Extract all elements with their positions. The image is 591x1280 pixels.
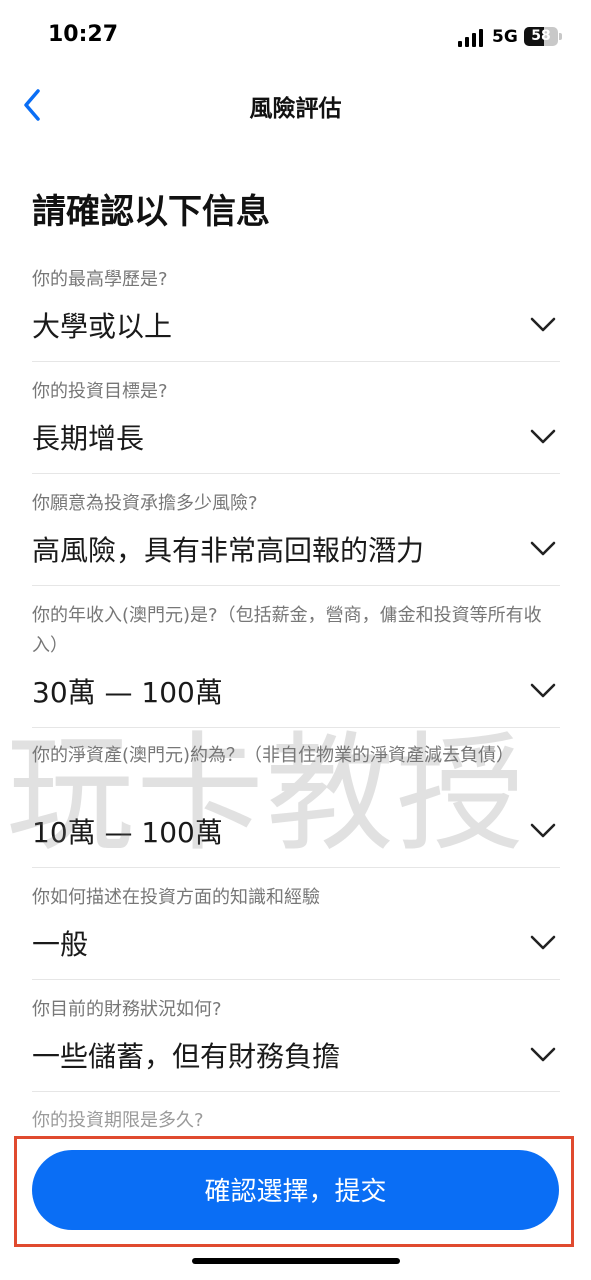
battery-icon: 58: [524, 27, 558, 46]
chevron-down-icon: [530, 683, 556, 698]
status-time: 10:27: [48, 22, 119, 47]
annual-income-select[interactable]: 你的年收入(澳門元)是?（包括薪金，營商，傭金和投資等所有收入） 30萬 — 1…: [32, 601, 560, 728]
signal-icon: [458, 29, 484, 47]
net-assets-select[interactable]: 你的淨資產(澳門元)約為？（非自住物業的淨資產減去負債） 10萬 — 100萬: [32, 741, 560, 868]
battery-percent: 58: [531, 28, 551, 44]
investment-goal-select[interactable]: 你的投資目標是? 長期增長: [32, 377, 560, 474]
chevron-down-icon: [530, 935, 556, 950]
nav-bar: 風險評估: [0, 75, 591, 137]
chevron-down-icon: [530, 823, 556, 838]
field-answer: 大學或以上: [32, 310, 173, 343]
field-answer: 長期增長: [32, 422, 145, 455]
field-answer: 一般: [32, 928, 89, 961]
financial-status-select[interactable]: 你目前的財務狀況如何? 一些儲蓄，但有財務負擔: [32, 995, 560, 1092]
page-title: 請確認以下信息: [32, 192, 270, 232]
field-question: 你的年收入(澳門元)是?（包括薪金，營商，傭金和投資等所有收入）: [32, 605, 542, 656]
field-question: 你的投資目標是?: [32, 381, 168, 402]
home-indicator: [192, 1258, 400, 1264]
confirm-submit-button[interactable]: 確認選擇，提交: [32, 1150, 559, 1230]
field-question: 你的最高學歷是?: [32, 269, 168, 290]
chevron-down-icon: [530, 1047, 556, 1062]
experience-select[interactable]: 你如何描述在投資方面的知識和經驗 一般: [32, 883, 560, 980]
field-answer: 30萬 — 100萬: [32, 676, 223, 709]
nav-title: 風險評估: [249, 96, 342, 122]
chevron-down-icon: [530, 317, 556, 332]
field-answer: 10萬 — 100萬: [32, 816, 223, 849]
chevron-down-icon: [530, 429, 556, 444]
education-select[interactable]: 你的最高學歷是? 大學或以上: [32, 265, 560, 362]
battery-tip: [559, 33, 562, 40]
field-answer: 高風險，具有非常高回報的潛力: [32, 534, 425, 567]
field-question: 你如何描述在投資方面的知識和經驗: [32, 887, 320, 908]
field-question: 你的淨資產(澳門元)約為？（非自住物業的淨資產減去負債）: [32, 745, 515, 766]
chevron-down-icon: [530, 541, 556, 556]
status-bar: 10:27 5G 58: [0, 0, 591, 75]
network-label: 5G: [492, 27, 518, 47]
field-question: 你目前的財務狀況如何?: [32, 999, 222, 1020]
risk-tolerance-select[interactable]: 你願意為投資承擔多少風險? 高風險，具有非常高回報的潛力: [32, 489, 560, 586]
field-answer: 一些儲蓄，但有財務負擔: [32, 1040, 341, 1073]
field-question: 你願意為投資承擔多少風險?: [32, 493, 258, 514]
